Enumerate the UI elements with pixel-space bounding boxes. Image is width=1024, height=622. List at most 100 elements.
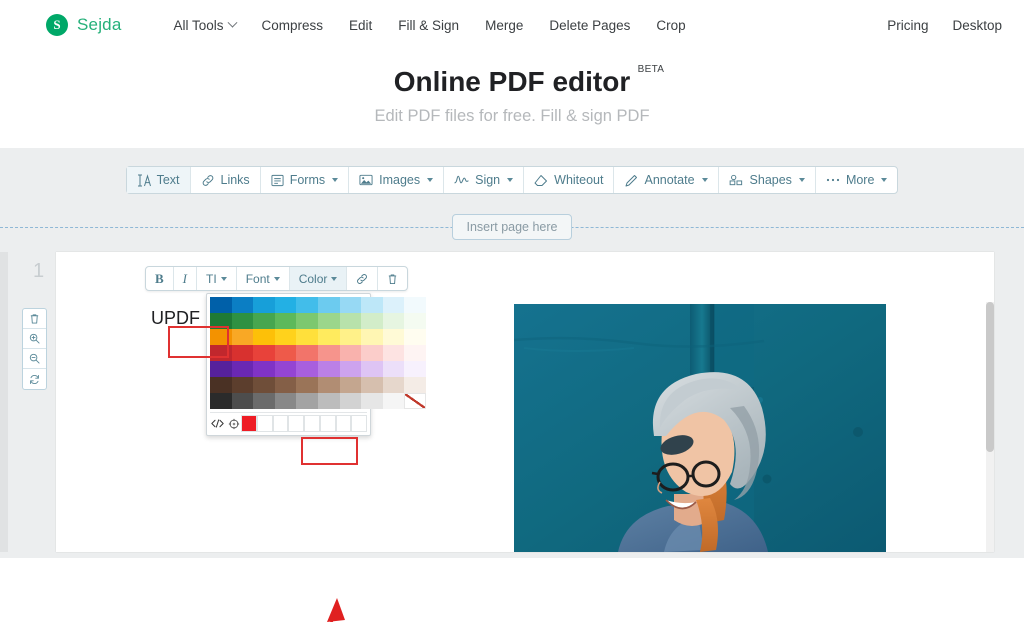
color-button[interactable]: Color — [289, 267, 348, 290]
page-scrollbar-thumb[interactable] — [986, 302, 994, 452]
nav-item-desktop[interactable]: Desktop — [952, 18, 1002, 33]
color-swatch[interactable] — [231, 297, 254, 313]
color-swatch[interactable] — [231, 313, 254, 329]
recent-color-slot[interactable] — [351, 415, 367, 432]
insert-page-button[interactable]: Insert page here — [452, 214, 572, 240]
color-swatch[interactable] — [274, 393, 297, 409]
current-color-swatch[interactable] — [241, 415, 258, 432]
color-picker-popup[interactable] — [206, 293, 426, 436]
color-swatch[interactable] — [274, 329, 297, 345]
font-button[interactable]: Font — [237, 267, 290, 290]
color-swatch[interactable] — [231, 345, 254, 361]
recent-color-slot[interactable] — [319, 415, 336, 432]
color-swatch[interactable] — [210, 393, 232, 409]
nav-item-crop[interactable]: Crop — [656, 18, 685, 33]
document-photo[interactable] — [514, 304, 886, 552]
recent-color-slot[interactable] — [304, 415, 320, 432]
color-swatch[interactable] — [404, 345, 426, 361]
color-swatch[interactable] — [361, 345, 383, 361]
color-swatch[interactable] — [317, 313, 340, 329]
color-swatch[interactable] — [382, 393, 405, 409]
color-swatch[interactable] — [404, 361, 426, 377]
color-swatch[interactable] — [296, 377, 318, 393]
nav-item-compress[interactable]: Compress — [262, 18, 324, 33]
font-size-button[interactable]: TI — [197, 267, 237, 290]
color-swatch[interactable] — [339, 361, 362, 377]
color-swatch[interactable] — [382, 297, 405, 313]
color-swatch[interactable] — [231, 377, 254, 393]
color-swatch[interactable] — [253, 297, 275, 313]
color-swatch[interactable] — [404, 393, 426, 409]
color-swatch[interactable] — [210, 345, 232, 361]
color-swatch[interactable] — [404, 377, 426, 393]
color-swatch[interactable] — [296, 297, 318, 313]
page-scrollbar-track[interactable] — [986, 302, 994, 552]
nav-item-pricing[interactable]: Pricing — [887, 18, 928, 33]
color-swatch[interactable] — [231, 329, 254, 345]
color-swatch[interactable] — [274, 377, 297, 393]
color-swatch[interactable] — [339, 345, 362, 361]
color-swatch[interactable] — [317, 345, 340, 361]
color-swatch[interactable] — [361, 297, 383, 313]
color-swatch[interactable] — [210, 313, 232, 329]
nav-item-merge[interactable]: Merge — [485, 18, 523, 33]
recent-color-slot[interactable] — [335, 415, 352, 432]
color-swatch[interactable] — [361, 377, 383, 393]
color-swatch[interactable] — [382, 361, 405, 377]
color-swatch[interactable] — [210, 329, 232, 345]
delete-button[interactable] — [378, 267, 407, 290]
color-swatch[interactable] — [210, 297, 232, 313]
rotate-page-button[interactable] — [23, 369, 46, 389]
color-swatch[interactable] — [231, 393, 254, 409]
italic-button[interactable]: I — [174, 267, 198, 290]
color-swatch[interactable] — [317, 329, 340, 345]
tool-button-links[interactable]: Links — [191, 167, 261, 193]
color-swatch[interactable] — [296, 313, 318, 329]
recent-color-slot[interactable] — [272, 415, 289, 432]
color-swatch[interactable] — [382, 345, 405, 361]
color-swatch[interactable] — [253, 329, 275, 345]
color-swatch[interactable] — [274, 361, 297, 377]
link-button[interactable] — [347, 267, 379, 290]
color-swatch[interactable] — [404, 329, 426, 345]
color-swatch[interactable] — [317, 377, 340, 393]
color-wheel-icon[interactable] — [225, 415, 242, 432]
tool-button-shapes[interactable]: Shapes — [719, 167, 816, 193]
color-swatch[interactable] — [274, 297, 297, 313]
color-swatch[interactable] — [296, 329, 318, 345]
color-swatch[interactable] — [382, 313, 405, 329]
color-swatch[interactable] — [317, 297, 340, 313]
color-swatch[interactable] — [253, 377, 275, 393]
color-swatch[interactable] — [317, 361, 340, 377]
color-swatch[interactable] — [296, 361, 318, 377]
color-swatch[interactable] — [253, 393, 275, 409]
color-swatch[interactable] — [361, 361, 383, 377]
html-code-icon[interactable] — [210, 415, 226, 432]
recent-color-slot[interactable] — [257, 415, 273, 432]
nav-item-fill-sign[interactable]: Fill & Sign — [398, 18, 459, 33]
tool-button-annotate[interactable]: Annotate — [614, 167, 719, 193]
zoom-in-button[interactable] — [23, 329, 46, 349]
tool-button-sign[interactable]: Sign — [444, 167, 525, 193]
bold-button[interactable]: B — [146, 267, 174, 290]
nav-item-edit[interactable]: Edit — [349, 18, 372, 33]
color-swatch[interactable] — [361, 393, 383, 409]
tool-button-forms[interactable]: Forms — [261, 167, 350, 193]
color-swatch[interactable] — [404, 297, 426, 313]
brand-logo[interactable]: S Sejda — [46, 14, 121, 36]
color-swatch[interactable] — [317, 393, 340, 409]
nav-item-delete-pages[interactable]: Delete Pages — [549, 18, 630, 33]
color-swatch[interactable] — [296, 393, 318, 409]
delete-page-button[interactable] — [23, 309, 46, 329]
nav-item-all-tools[interactable]: All Tools — [173, 17, 237, 33]
color-swatch[interactable] — [339, 377, 362, 393]
color-swatch[interactable] — [296, 345, 318, 361]
color-swatch[interactable] — [339, 393, 362, 409]
tool-button-whiteout[interactable]: Whiteout — [524, 167, 615, 193]
color-swatch[interactable] — [274, 313, 297, 329]
color-swatch[interactable] — [210, 377, 232, 393]
color-swatch[interactable] — [339, 313, 362, 329]
color-swatch[interactable] — [339, 329, 362, 345]
color-swatch[interactable] — [253, 345, 275, 361]
zoom-out-button[interactable] — [23, 349, 46, 369]
